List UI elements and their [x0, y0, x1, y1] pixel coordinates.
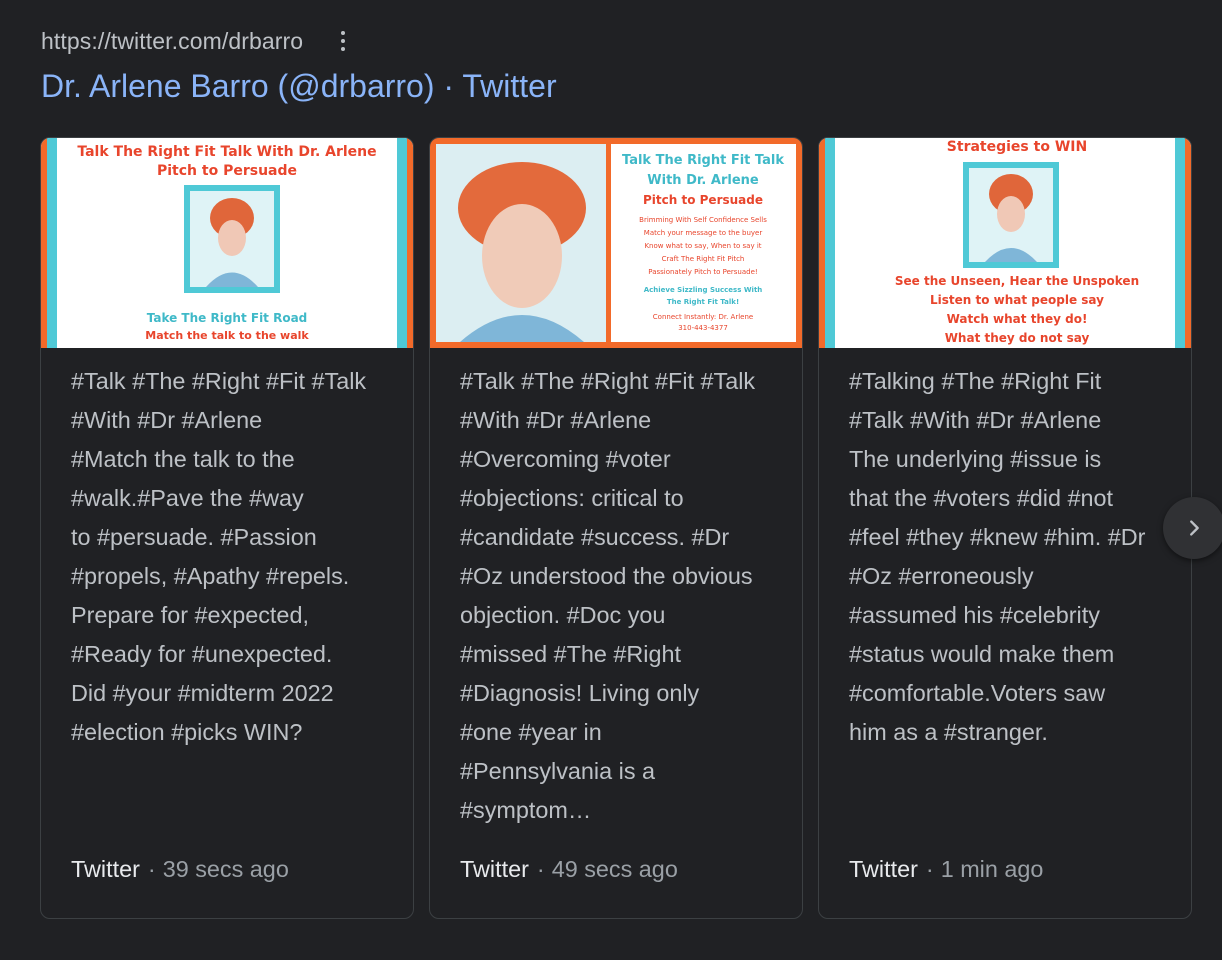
tweet-timestamp: 49 secs ago: [551, 856, 678, 882]
svg-text:Pitch to Persuade: Pitch to Persuade: [643, 193, 763, 207]
tweet-footer: Twitter · 1 min ago: [849, 854, 1043, 884]
svg-text:Match your message to the buye: Match your message to the buyer: [644, 229, 763, 237]
footer-separator: ·: [925, 856, 934, 882]
svg-text:Talk The Right Fit Talk: Talk The Right Fit Talk: [622, 153, 784, 168]
tweet-source: Twitter: [460, 856, 529, 882]
tweet-image: Talk The Right Fit Talk With Dr. Arlene …: [41, 138, 413, 348]
tweet-timestamp: 1 min ago: [940, 856, 1044, 882]
svg-text:Achieve Sizzling Success With: Achieve Sizzling Success With: [644, 286, 763, 294]
tweet-card[interactable]: Strategies to WIN See the Unseen, Hear t…: [818, 137, 1192, 919]
svg-text:Craft The Right Fit Pitch: Craft The Right Fit Pitch: [662, 255, 745, 263]
result-url-row: https://twitter.com/drbarro: [41, 26, 353, 56]
tweet-card[interactable]: Talk The Right Fit Talk With Dr. Arlene …: [40, 137, 414, 919]
svg-text:Know what to say, When to say: Know what to say, When to say it: [644, 242, 761, 250]
svg-text:Listen to what people say: Listen to what people say: [930, 293, 1104, 307]
tweet-image: Strategies to WIN See the Unseen, Hear t…: [819, 138, 1191, 348]
tweet-image: Talk The Right Fit Talk With Dr. Arlene …: [430, 138, 802, 348]
svg-text:The Right Fit Talk!: The Right Fit Talk!: [667, 298, 739, 306]
tweet-carousel: Talk The Right Fit Talk With Dr. Arlene …: [40, 137, 1194, 919]
svg-text:Pitch to Persuade: Pitch to Persuade: [157, 163, 297, 179]
svg-text:Match the talk to the walk: Match the talk to the walk: [145, 329, 309, 342]
tweet-thumbnail: Talk The Right Fit Talk With Dr. Arlene …: [41, 138, 413, 348]
tweet-text: #Talking #The #Right Fit #Talk #With #Dr…: [849, 368, 1146, 745]
svg-text:Take The Right Fit Road: Take The Right Fit Road: [147, 311, 308, 325]
tweet-text: #Talk #The #Right #Fit #Talk #With #Dr #…: [460, 368, 756, 823]
svg-text:What they do not say: What they do not say: [945, 331, 1090, 345]
svg-text:See the Unseen, Hear the Unspo: See the Unseen, Hear the Unspoken: [895, 274, 1139, 288]
svg-text:Strategies to WIN: Strategies to WIN: [947, 139, 1087, 155]
tweet-footer: Twitter · 39 secs ago: [71, 854, 289, 884]
svg-text:Connect Instantly: Dr. Arlene: Connect Instantly: Dr. Arlene: [653, 313, 753, 321]
svg-text:Brimming With Self Confidence: Brimming With Self Confidence Sells: [639, 216, 767, 224]
carousel-next-button[interactable]: [1163, 497, 1222, 559]
svg-text:Talk The Right Fit Talk With D: Talk The Right Fit Talk With Dr. Arlene: [77, 144, 376, 160]
footer-separator: ·: [536, 856, 545, 882]
more-vert-icon: [341, 31, 346, 35]
search-result: https://twitter.com/drbarro Dr. Arlene B…: [0, 0, 1222, 960]
tweet-source: Twitter: [71, 856, 140, 882]
tweet-thumbnail: Talk The Right Fit Talk With Dr. Arlene …: [430, 138, 802, 348]
tweet-thumbnail: Strategies to WIN See the Unseen, Hear t…: [819, 138, 1191, 348]
svg-text:With Dr. Arlene: With Dr. Arlene: [647, 173, 759, 188]
result-title-link[interactable]: Dr. Arlene Barro (@drbarro) · Twitter: [41, 64, 557, 108]
svg-text:Passionately Pitch to Persuade: Passionately Pitch to Persuade!: [648, 268, 757, 276]
footer-separator: ·: [147, 856, 156, 882]
tweet-source: Twitter: [849, 856, 918, 882]
svg-text:Watch what they do!: Watch what they do!: [947, 312, 1088, 326]
tweet-card[interactable]: Talk The Right Fit Talk With Dr. Arlene …: [429, 137, 803, 919]
chevron-right-icon: [1190, 520, 1199, 536]
svg-text:310-443-4377: 310-443-4377: [678, 324, 728, 332]
tweet-text: #Talk #The #Right #Fit #Talk #With #Dr #…: [71, 368, 367, 745]
tweet-footer: Twitter · 49 secs ago: [460, 854, 678, 884]
more-options-button[interactable]: [333, 26, 353, 56]
result-url[interactable]: https://twitter.com/drbarro: [41, 28, 303, 55]
tweet-timestamp: 39 secs ago: [162, 856, 289, 882]
